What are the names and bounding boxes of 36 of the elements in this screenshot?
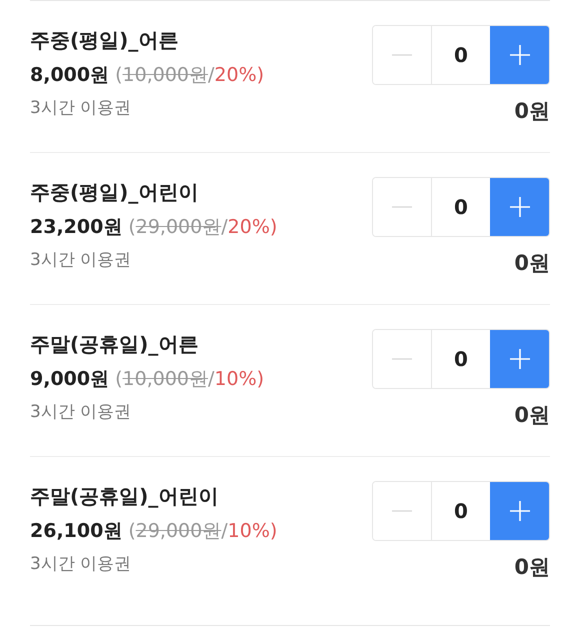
ticket-name: 주중(평일)_어른	[30, 27, 180, 54]
ticket-name: 주중(평일)_어린이	[30, 179, 200, 206]
plus-button[interactable]	[490, 482, 549, 540]
subtotal: 0원	[514, 250, 550, 277]
plus-icon	[510, 45, 530, 65]
plus-button[interactable]	[490, 26, 549, 84]
original-price-and-discount: (29,000원/10%)	[128, 519, 278, 544]
ticket-name: 주말(공휴일)_어린이	[30, 483, 220, 510]
sale-price: 23,200원	[30, 215, 122, 240]
original-price-and-discount: (10,000원/20%)	[115, 63, 264, 88]
plus-icon	[510, 349, 530, 369]
subtotal: 0원	[514, 98, 550, 125]
minus-icon	[392, 54, 412, 56]
original-price-and-discount: (29,000원/20%)	[128, 215, 278, 240]
quantity-value: 0	[453, 42, 469, 69]
minus-icon	[392, 206, 412, 208]
quantity-value: 0	[453, 498, 469, 525]
ticket-description: 3시간 이용권	[30, 401, 132, 423]
subtotal: 0원	[514, 402, 550, 429]
plus-button[interactable]	[490, 330, 549, 388]
sale-price: 8,000원	[30, 63, 110, 88]
subtotal: 0원	[514, 554, 550, 581]
ticket-description: 3시간 이용권	[30, 249, 132, 271]
plus-icon	[510, 501, 530, 521]
ticket-description: 3시간 이용권	[30, 553, 132, 575]
original-price-and-discount: (10,000원/10%)	[115, 367, 264, 392]
quantity-value: 0	[453, 346, 469, 373]
plus-icon	[510, 197, 530, 217]
sale-price: 26,100원	[30, 519, 122, 544]
minus-icon	[392, 510, 412, 512]
minus-icon	[392, 358, 412, 360]
ticket-name: 주말(공휴일)_어른	[30, 331, 200, 358]
plus-button[interactable]	[490, 178, 549, 236]
ticket-description: 3시간 이용권	[30, 97, 132, 119]
sale-price: 9,000원	[30, 367, 110, 392]
quantity-value: 0	[453, 194, 469, 221]
